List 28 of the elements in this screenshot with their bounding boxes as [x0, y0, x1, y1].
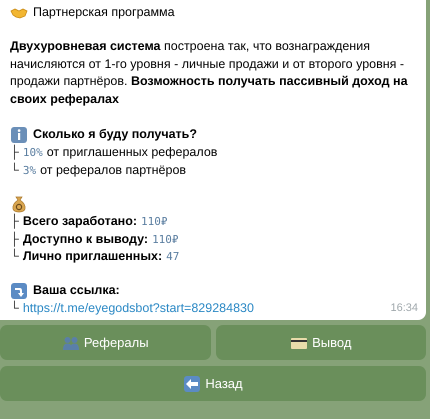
field-label: Лично приглашенных:: [22, 248, 162, 265]
tree-branch: └: [10, 162, 19, 178]
code-text: 47: [166, 249, 180, 265]
message-title: Партнерская программа: [33, 4, 175, 22]
tree-branch: └: [10, 248, 19, 265]
line-text: от приглашенных рефералов: [46, 144, 218, 161]
field-label: Всего заработано:: [22, 213, 137, 230]
code-text: 110₽: [141, 214, 168, 230]
arrow-down-icon: [10, 282, 28, 300]
keyboard-button[interactable]: Рефералы: [0, 325, 210, 360]
message-time: 16:34: [390, 300, 418, 316]
tree-branch: ├: [10, 144, 19, 162]
referral-link[interactable]: https://t.me/eyegodsbot?start=829284830: [22, 300, 254, 317]
section-heading: Сколько я буду получать?: [33, 126, 197, 144]
info-icon: [10, 126, 28, 144]
tree-branch: ├: [10, 213, 19, 230]
line-text: от рефералов партнёров: [40, 162, 186, 179]
keyboard-button[interactable]: Назад: [0, 366, 426, 401]
section-heading: Ваша ссылка:: [33, 282, 120, 299]
field-label: Доступно к выводу:: [22, 230, 148, 248]
money-bag-icon: [10, 195, 28, 213]
code-text: 3%: [22, 162, 36, 178]
code-text: 10%: [22, 145, 43, 161]
intro-paragraph: Двухуровневая система построена так, что вознаграждения начисляются от 1-го уровня - личные продажи и от второго уровня - продажи партнёров. Возможность получать пассивный доход на своих рефералах: [10, 38, 409, 108]
tree-branch: ├: [10, 230, 19, 248]
keyboard-button[interactable]: Вывод: [216, 325, 426, 360]
code-text: 110₽: [152, 232, 179, 248]
tree-branch: └: [10, 300, 19, 316]
